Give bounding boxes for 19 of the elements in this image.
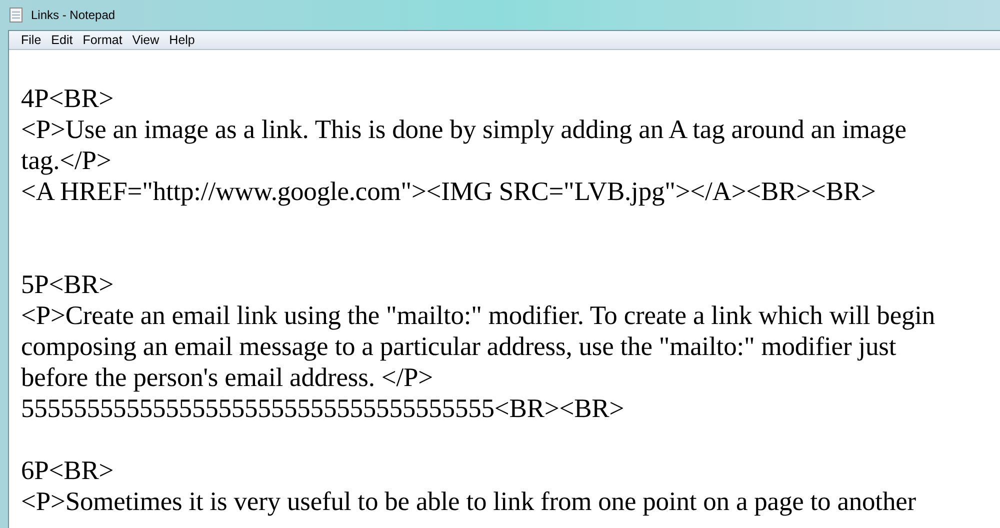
menu-item[interactable]: View: [128, 30, 164, 50]
menu-item[interactable]: Format: [78, 30, 126, 50]
text-line: before the person's email address. </P>: [21, 362, 433, 393]
text-area[interactable]: [9, 50, 1000, 528]
text-line: composing an email message to a particular address, use the "mailto:" modifier just: [21, 331, 896, 362]
menu-item[interactable]: Help: [165, 30, 199, 50]
menu-item[interactable]: Edit: [47, 30, 77, 50]
text-line: <P>Create an email link using the "mailto:" modifier. To create a link which will begin: [21, 300, 936, 331]
text-line: 5P<BR>: [21, 269, 114, 300]
notepad-icon: [9, 7, 23, 23]
window-title: Links - Notepad: [31, 7, 116, 24]
text-line: tag.</P>: [21, 145, 112, 176]
text-line: 4P<BR>: [21, 83, 114, 114]
text-line: 555555555555555555555555555555555555<BR><BR>: [21, 393, 624, 424]
text-line: <A HREF="http://www.google.com"><IMG SRC="LVB.jpg"></A><BR><BR>: [21, 176, 876, 207]
text-line: <P>Sometimes it is very useful to be able to link from one point on a page to another: [21, 486, 916, 517]
text-line: 6P<BR>: [21, 455, 114, 486]
menu-item[interactable]: File: [17, 30, 46, 50]
text-line: <P>Use an image as a link. This is done by simply adding an A tag around an image: [21, 114, 906, 145]
